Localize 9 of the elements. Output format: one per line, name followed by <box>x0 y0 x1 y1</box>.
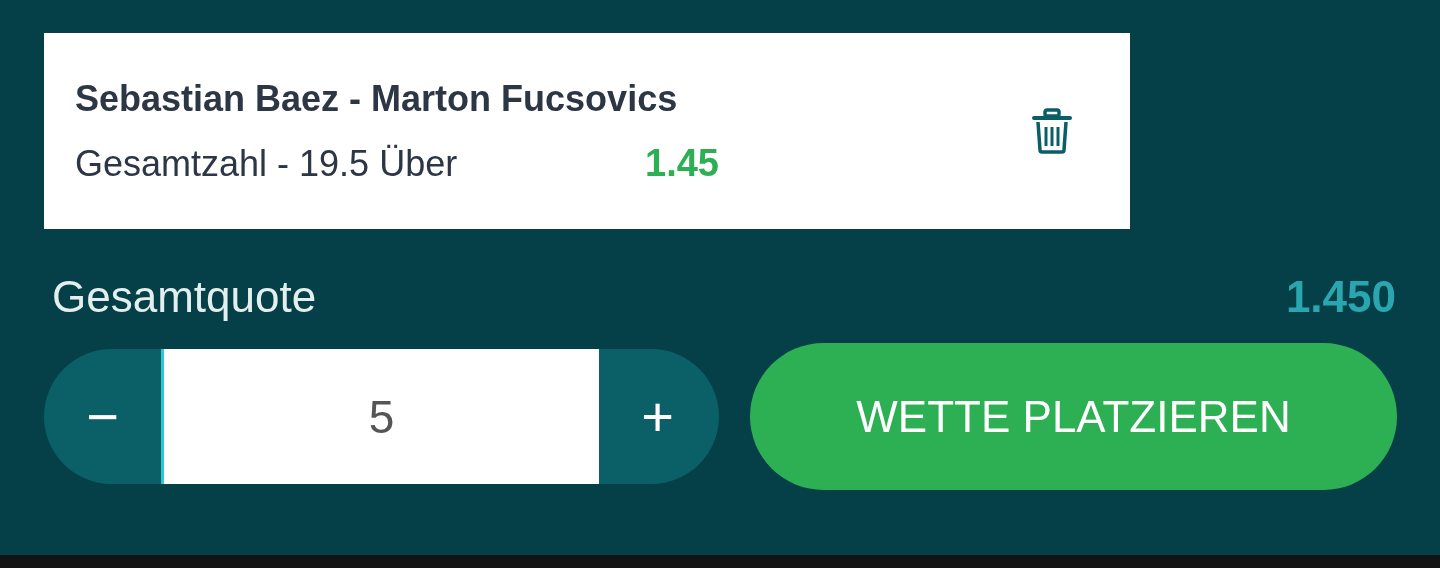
stake-input[interactable]: 5 <box>161 349 599 484</box>
total-odds-label: Gesamtquote <box>52 272 317 322</box>
odds-value: 1.45 <box>645 141 719 185</box>
market-label: Gesamtzahl - 19.5 Über <box>75 142 459 185</box>
increase-button[interactable]: + <box>599 349 716 484</box>
decrease-button[interactable]: − <box>44 349 161 484</box>
total-odds-value: 1.450 <box>1285 272 1396 322</box>
match-title: Sebastian Baez - Marton Fucsovics <box>75 77 679 120</box>
trash-icon[interactable] <box>1032 108 1072 154</box>
